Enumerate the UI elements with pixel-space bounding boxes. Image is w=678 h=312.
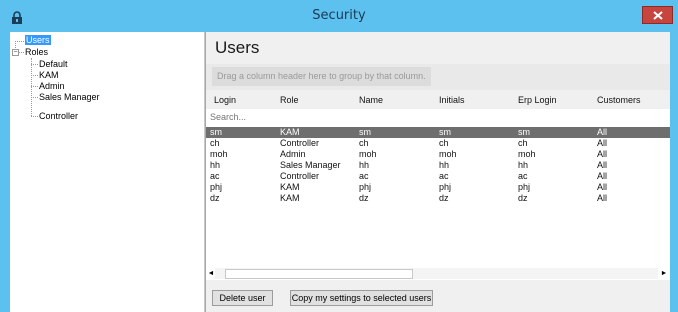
column-header-role[interactable]: Role bbox=[280, 90, 299, 110]
table-row[interactable]: sm KAM sm sm sm All bbox=[206, 127, 670, 138]
table-row[interactable]: ac Controller ac ac ac All bbox=[206, 171, 670, 182]
close-icon bbox=[652, 10, 663, 20]
cell-erp-login: dz bbox=[518, 193, 528, 203]
column-header-customers[interactable]: Customers bbox=[597, 90, 641, 110]
column-header-initials[interactable]: Initials bbox=[439, 90, 465, 110]
cell-name: sm bbox=[359, 127, 371, 137]
cell-erp-login: phj bbox=[518, 182, 531, 192]
cell-customers: All bbox=[597, 171, 608, 181]
tree-node-label: Sales Manager bbox=[39, 92, 100, 102]
search-input[interactable] bbox=[210, 109, 665, 125]
cell-erp-login: ch bbox=[518, 138, 528, 148]
tree-connector bbox=[19, 52, 24, 53]
cell-name: dz bbox=[359, 193, 369, 203]
cell-erp-login: moh bbox=[518, 149, 536, 159]
cell-initials: moh bbox=[439, 149, 457, 159]
group-by-panel[interactable]: Drag a column header here to group by th… bbox=[206, 64, 670, 90]
horizontal-scrollbar[interactable]: ◄ ► bbox=[206, 267, 670, 280]
window-title: Security bbox=[312, 8, 366, 23]
search-row bbox=[206, 109, 670, 125]
tree-connector bbox=[31, 86, 38, 87]
cell-customers: All bbox=[597, 138, 608, 148]
scroll-left-icon[interactable]: ◄ bbox=[207, 269, 215, 278]
tree-node-users[interactable]: Users bbox=[25, 35, 51, 46]
cell-customers: All bbox=[597, 193, 608, 203]
cell-login: ch bbox=[210, 138, 220, 148]
cell-initials: hh bbox=[439, 160, 450, 170]
title-bar[interactable]: Security bbox=[0, 0, 678, 32]
table-row[interactable]: phj KAM phj phj phj All bbox=[206, 182, 670, 193]
cell-login: sm bbox=[210, 127, 222, 137]
tree-connector bbox=[31, 75, 38, 76]
table-row[interactable]: dz KAM dz dz dz All bbox=[206, 193, 670, 204]
table-row[interactable]: ch Controller ch ch ch All bbox=[206, 138, 670, 149]
cell-initials: phj bbox=[439, 182, 452, 192]
tree-connector bbox=[31, 64, 38, 65]
close-button[interactable] bbox=[642, 6, 673, 24]
page-title: Users bbox=[215, 38, 260, 57]
tree-node-role-default[interactable]: Default bbox=[39, 59, 68, 70]
tree-node-roles[interactable]: Roles bbox=[25, 47, 48, 58]
cell-login: hh bbox=[210, 160, 221, 170]
scrollbar-track[interactable] bbox=[215, 268, 658, 279]
cell-erp-login: hh bbox=[518, 160, 529, 170]
users-grid: sm KAM sm sm sm All ch Controller ch ch ch All moh Ad… bbox=[206, 125, 670, 277]
tree-node-role-sales-manager[interactable]: Sales Manager bbox=[39, 92, 100, 103]
cell-name: ac bbox=[359, 171, 369, 181]
cell-role: KAM bbox=[280, 193, 300, 203]
column-header-login[interactable]: Login bbox=[214, 90, 236, 110]
tree-node-label: Users bbox=[25, 35, 51, 45]
security-tree[interactable]: Users − Roles Default KAM Admin Sales Ma… bbox=[10, 32, 205, 312]
cell-erp-login: ac bbox=[518, 171, 528, 181]
cell-login: phj bbox=[210, 182, 223, 192]
tree-connector bbox=[31, 58, 32, 116]
cell-role: KAM bbox=[280, 127, 300, 137]
table-row[interactable]: moh Admin moh moh moh All bbox=[206, 149, 670, 160]
tree-node-label: Controller bbox=[39, 111, 79, 121]
tree-connector bbox=[31, 116, 38, 117]
tree-node-label: KAM bbox=[39, 70, 59, 80]
cell-role: Controller bbox=[280, 171, 320, 181]
cell-role: Admin bbox=[280, 149, 306, 159]
delete-user-button[interactable]: Delete user bbox=[212, 290, 273, 306]
tree-node-label: Default bbox=[39, 59, 68, 69]
cell-name: moh bbox=[359, 149, 377, 159]
column-header-erp-login[interactable]: Erp Login bbox=[518, 90, 557, 110]
cell-customers: All bbox=[597, 182, 608, 192]
tree-node-role-admin[interactable]: Admin bbox=[39, 81, 65, 92]
group-by-hint: Drag a column header here to group by th… bbox=[212, 67, 431, 86]
column-header-name[interactable]: Name bbox=[359, 90, 383, 110]
roles-expander-icon[interactable]: − bbox=[12, 49, 19, 56]
table-row[interactable]: hh Sales Manager hh hh hh All bbox=[206, 160, 670, 171]
cell-login: ac bbox=[210, 171, 220, 181]
cell-name: phj bbox=[359, 182, 372, 192]
tree-node-label: Roles bbox=[25, 47, 49, 57]
cell-name: hh bbox=[359, 160, 370, 170]
cell-initials: sm bbox=[439, 127, 451, 137]
cell-initials: dz bbox=[439, 193, 449, 203]
cell-customers: All bbox=[597, 127, 608, 137]
cell-login: dz bbox=[210, 193, 220, 203]
cell-login: moh bbox=[210, 149, 228, 159]
cell-name: ch bbox=[359, 138, 369, 148]
cell-initials: ch bbox=[439, 138, 449, 148]
tree-node-role-controller[interactable]: Controller bbox=[39, 111, 78, 122]
scrollbar-thumb[interactable] bbox=[225, 269, 413, 279]
cell-customers: All bbox=[597, 160, 608, 170]
cell-initials: ac bbox=[439, 171, 449, 181]
cell-role: Controller bbox=[280, 138, 320, 148]
cell-role: Sales Manager bbox=[280, 160, 341, 170]
cell-erp-login: sm bbox=[518, 127, 530, 137]
tree-node-label: Admin bbox=[39, 81, 65, 91]
tree-connector bbox=[15, 41, 24, 42]
users-panel: Users Drag a column header here to group… bbox=[206, 32, 670, 312]
copy-settings-button[interactable]: Copy my settings to selected users bbox=[290, 290, 433, 306]
cell-role: KAM bbox=[280, 182, 300, 192]
tree-node-role-kam[interactable]: KAM bbox=[39, 70, 59, 81]
tree-connector bbox=[31, 97, 38, 98]
cell-customers: All bbox=[597, 149, 608, 159]
scroll-right-icon[interactable]: ► bbox=[660, 269, 668, 278]
